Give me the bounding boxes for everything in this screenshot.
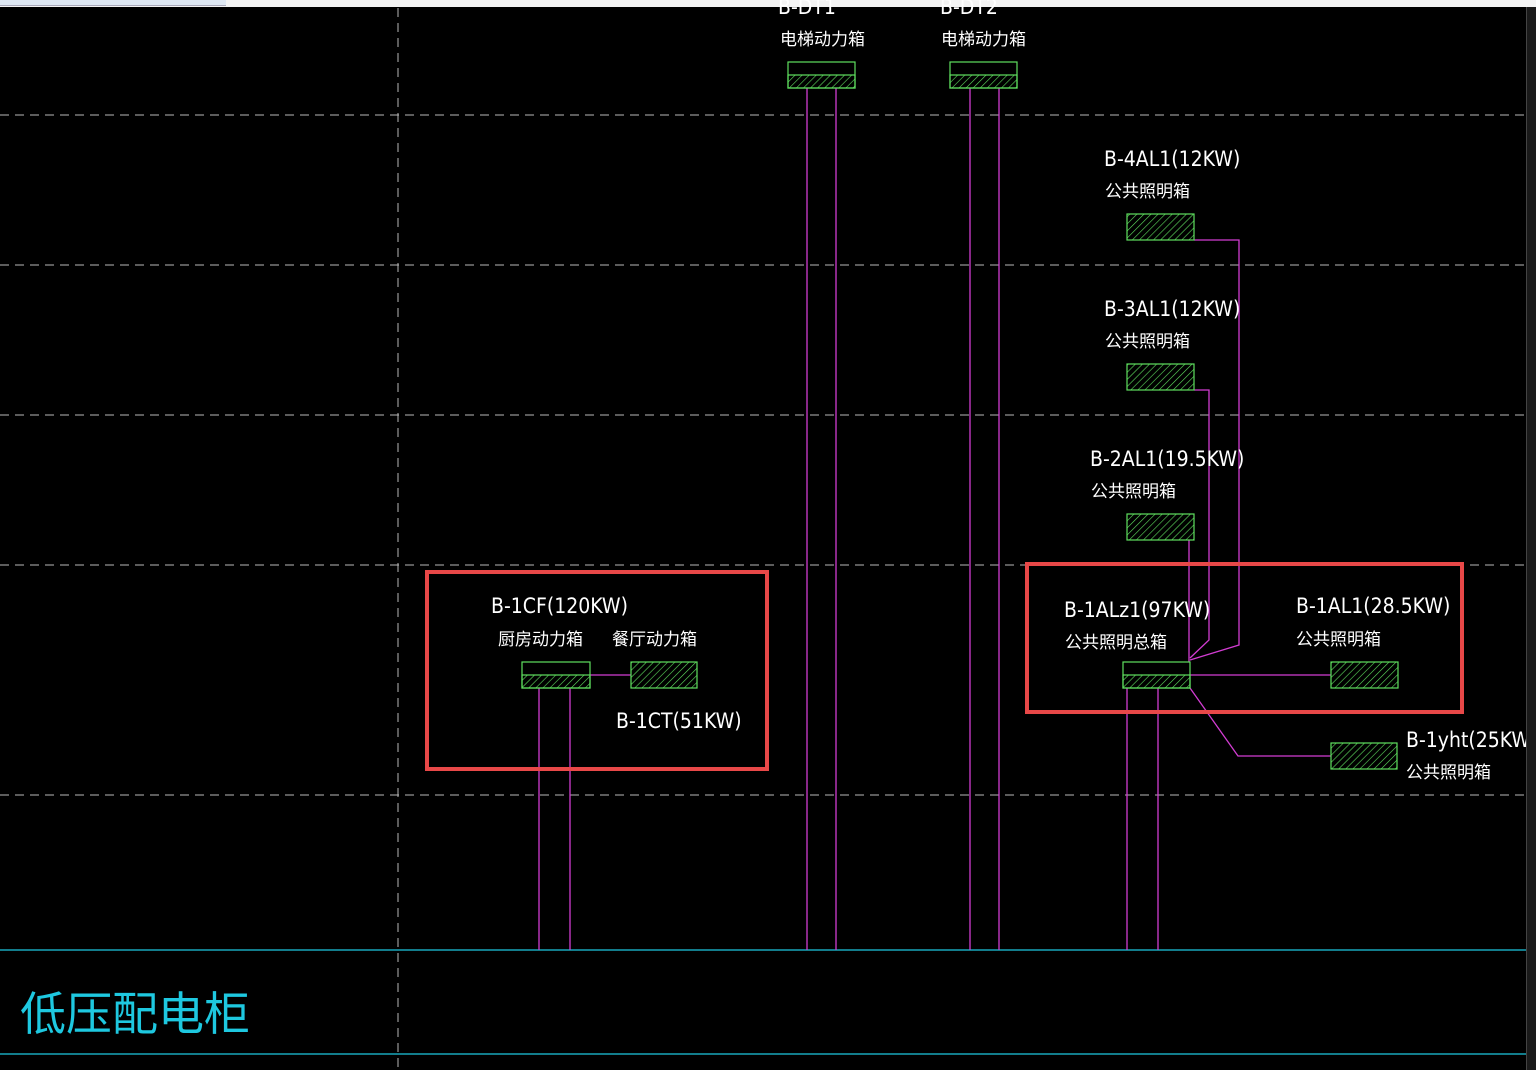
- wire: [1189, 687, 1331, 757]
- lighting-code-2al1: B-2AL1(19.5KW): [1090, 447, 1244, 471]
- panel-name-dt1: 电梯动力箱: [780, 30, 865, 50]
- panel-code-dt2: B-DT2: [940, 0, 998, 19]
- panel-code-dt1: B-DT1: [778, 0, 836, 19]
- restaurant-code: B-1CT(51KW): [616, 709, 742, 733]
- lighting-box-1yht[interactable]: [1330, 742, 1398, 770]
- panel-box-dt1[interactable]: [787, 61, 856, 89]
- lighting-box-4al1[interactable]: [1126, 213, 1195, 241]
- panel-box-dt2[interactable]: [949, 61, 1018, 89]
- kitchen-main-box[interactable]: [521, 661, 591, 689]
- lighting-1yht-name: 公共照明箱: [1406, 763, 1491, 783]
- lighting-1al1-name: 公共照明箱: [1296, 630, 1381, 650]
- drawing-canvas[interactable]: B-DT1 电梯动力箱 B-DT2 电梯动力箱 B-4AL1(12KW) 公共照…: [0, 0, 1526, 1070]
- vertical-scrollbar[interactable]: [1526, 7, 1536, 1070]
- kitchen-main-name: 厨房动力箱: [498, 630, 583, 650]
- lighting-main-code: B-1ALz1(97KW): [1064, 598, 1210, 622]
- lighting-box-3al1[interactable]: [1126, 363, 1195, 391]
- lighting-name-2al1: 公共照明箱: [1091, 482, 1176, 502]
- panel-name-dt2: 电梯动力箱: [941, 30, 1026, 50]
- lighting-code-4al1: B-4AL1(12KW): [1104, 147, 1240, 171]
- kitchen-main-code: B-1CF(120KW): [491, 594, 628, 618]
- lighting-main-box[interactable]: [1122, 661, 1191, 689]
- cabinet-label: 低压配电柜: [20, 987, 250, 1041]
- wires: [538, 88, 1331, 950]
- restaurant-name: 餐厅动力箱: [612, 630, 697, 650]
- lighting-box-2al1[interactable]: [1126, 513, 1195, 541]
- lighting-box-1al1[interactable]: [1330, 661, 1399, 689]
- lighting-name-4al1: 公共照明箱: [1105, 182, 1190, 202]
- grid-lines: [0, 8, 1526, 1070]
- restaurant-box[interactable]: [630, 661, 698, 689]
- lighting-1yht-code: B-1yht(25KW): [1406, 728, 1526, 752]
- lighting-1al1-code: B-1AL1(28.5KW): [1296, 594, 1450, 618]
- lighting-main-name: 公共照明总箱: [1065, 633, 1167, 653]
- lighting-code-3al1: B-3AL1(12KW): [1104, 297, 1240, 321]
- lighting-name-3al1: 公共照明箱: [1105, 332, 1190, 352]
